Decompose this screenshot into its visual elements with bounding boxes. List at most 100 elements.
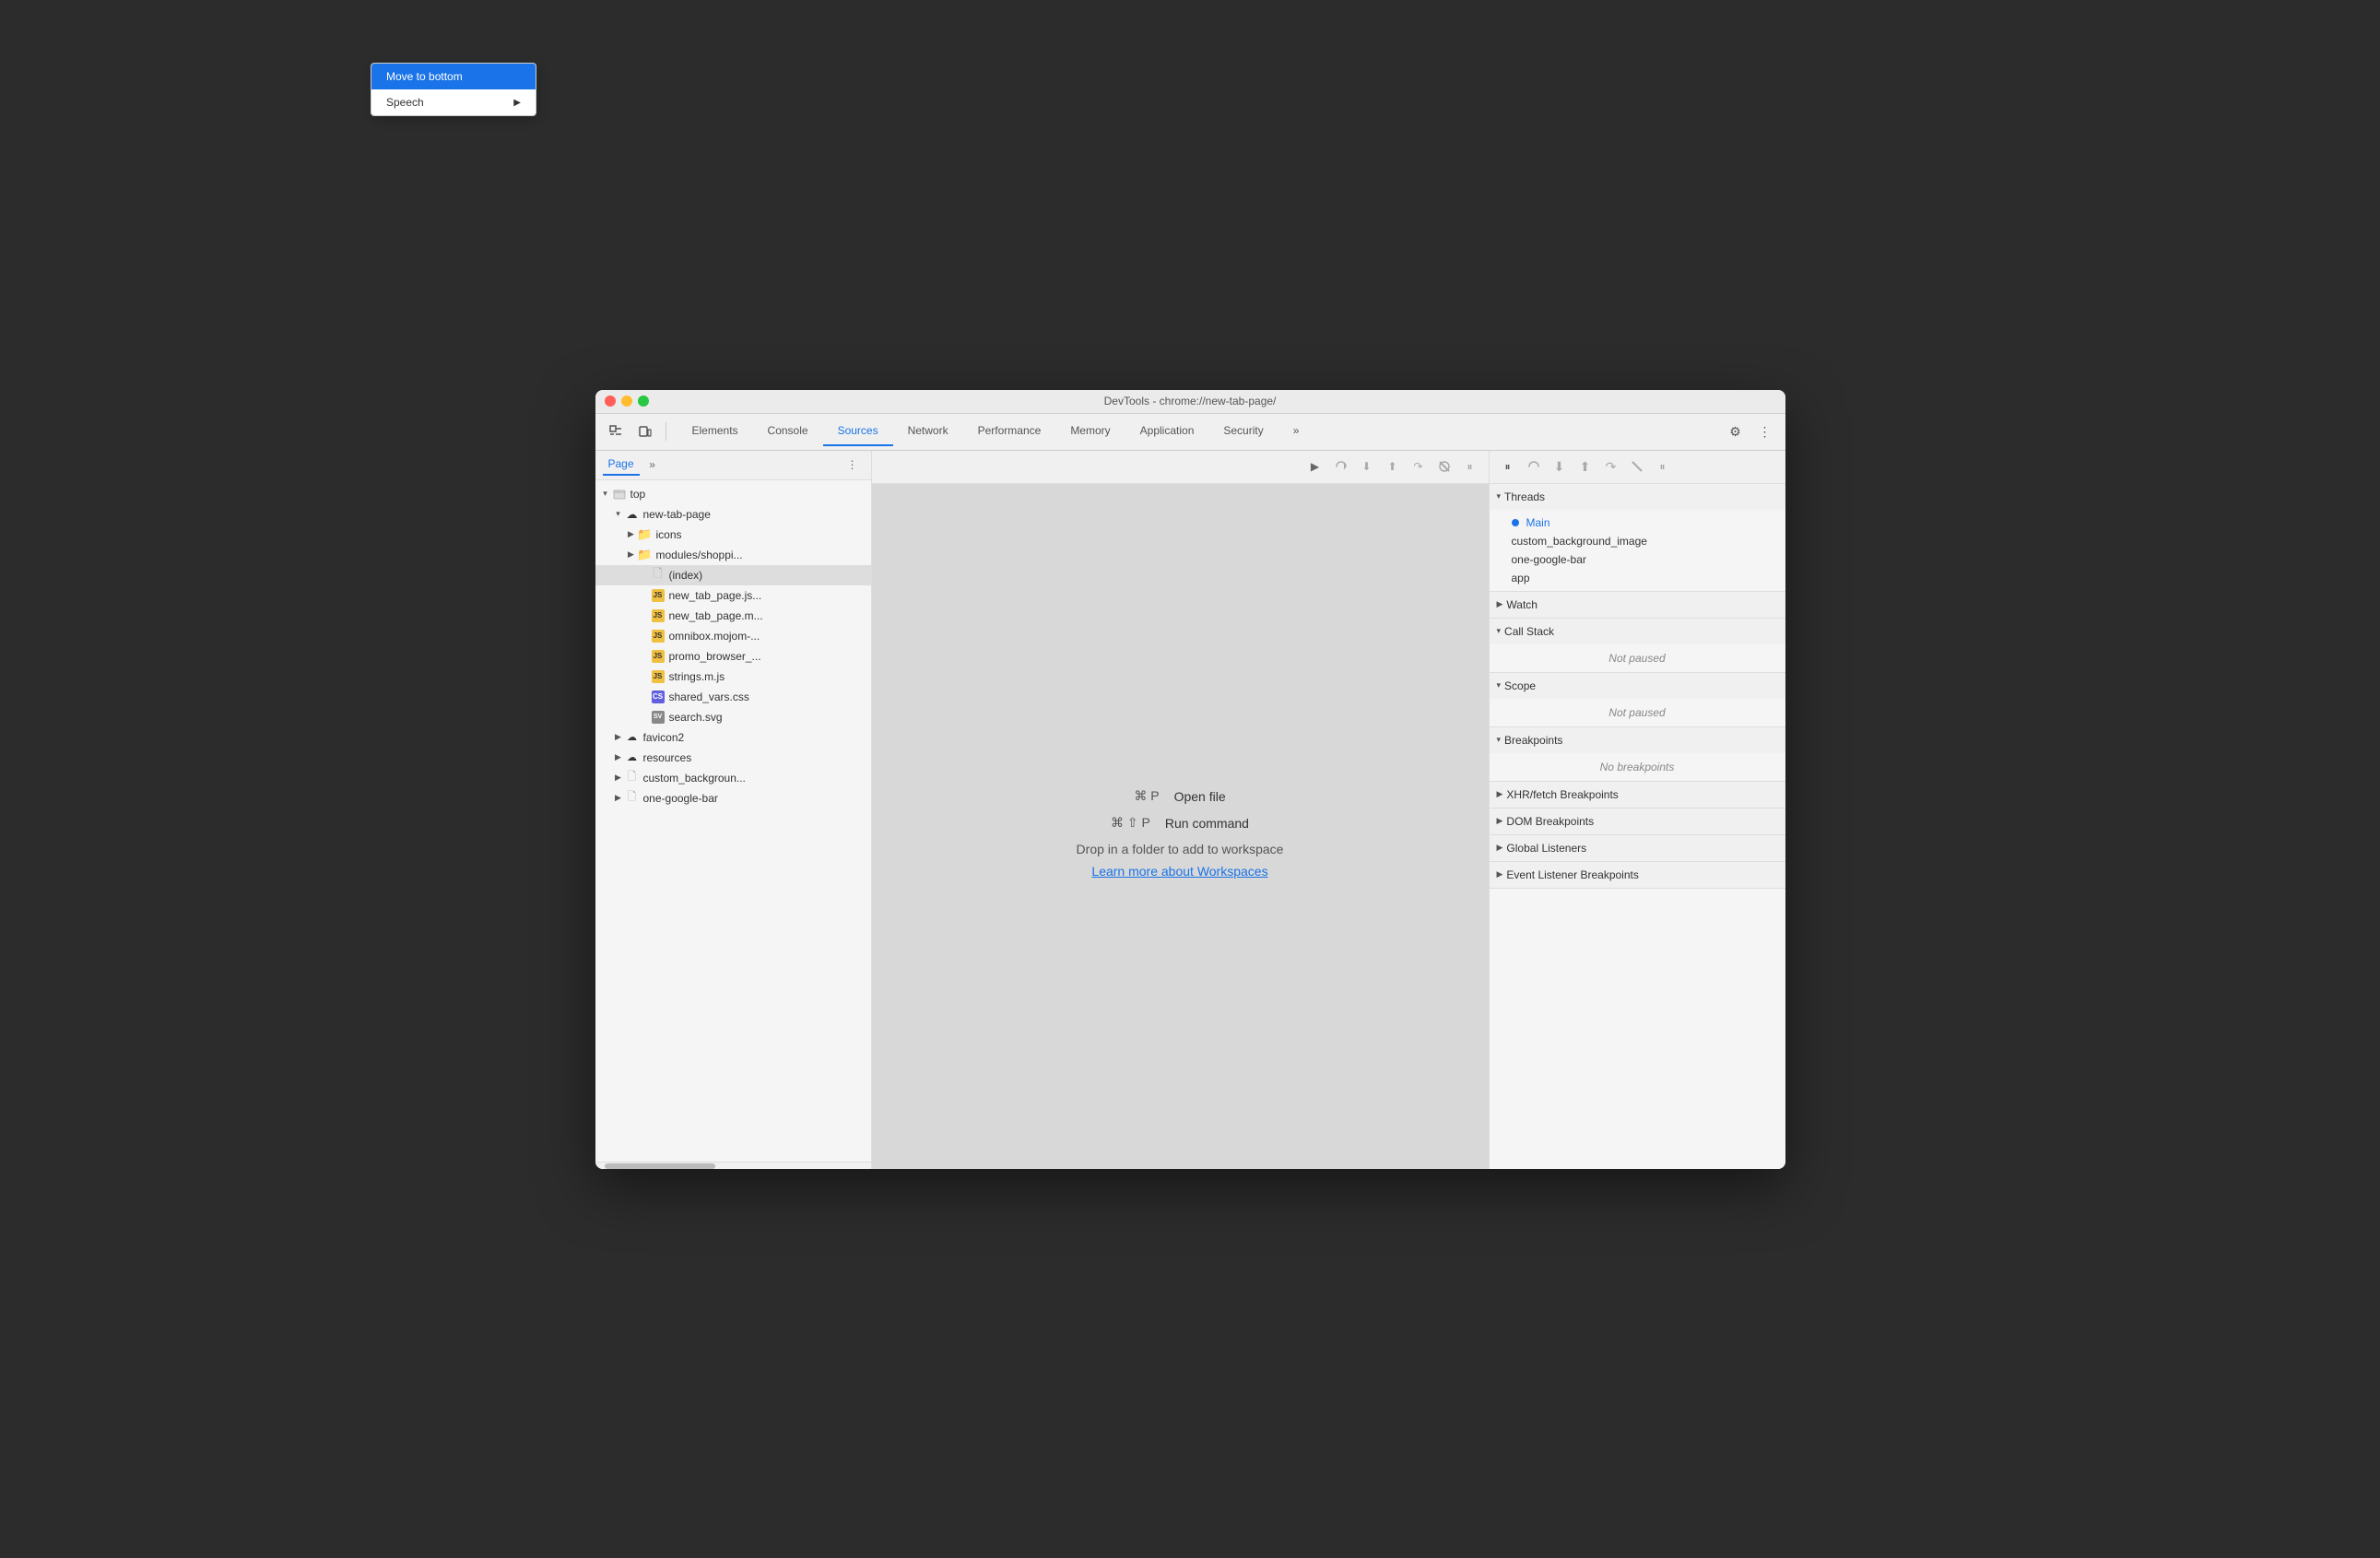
shortcut-key-open: ⌘ P [1134,788,1159,804]
tab-security[interactable]: Security [1208,417,1278,446]
toolbar-icons [595,419,677,444]
tree-label-new-tab-js: new_tab_page.js... [669,589,762,602]
tree-item-strings[interactable]: ▶ JS strings.m.js [595,667,871,687]
scope-arrow: ▾ [1497,680,1502,690]
tab-performance[interactable]: Performance [963,417,1056,446]
tree-item-one-google-bar[interactable]: ▶ 🗋 one-google-bar [595,788,871,809]
pause-resume-btn[interactable]: ⏸ [1497,455,1519,478]
sidebar-more-button[interactable]: » [643,455,662,474]
deactivate-btn[interactable] [1626,455,1648,478]
thread-app[interactable]: app [1490,569,1785,587]
tree-item-resources[interactable]: ▶ ☁ resources [595,748,871,768]
breakpoints-header[interactable]: ▾ Breakpoints [1490,727,1785,753]
sidebar: Page » ⋮ ▾ top [595,451,872,1169]
tree-item-omnibox[interactable]: ▶ JS omnibox.mojom-... [595,626,871,646]
tab-sources[interactable]: Sources [823,417,893,446]
more-tabs-button[interactable]: » [1278,417,1314,446]
thread-main[interactable]: Main [1490,513,1785,532]
tree-item-index[interactable]: ▶ 🗋 (index) [595,565,871,585]
sidebar-page-tab[interactable]: Page [603,454,640,476]
tab-network[interactable]: Network [893,417,963,446]
tab-application[interactable]: Application [1125,417,1209,446]
pause-on-exceptions-icon[interactable]: ⏸ [1459,455,1481,478]
breakpoints-empty: No breakpoints [1490,753,1785,781]
breakpoints-section: ▾ Breakpoints No breakpoints [1490,727,1785,782]
tab-memory[interactable]: Memory [1055,417,1125,446]
tree-item-search-svg[interactable]: ▶ SV search.svg [595,707,871,727]
tree-label-icons: icons [656,528,682,541]
breakpoints-arrow: ▾ [1497,735,1502,745]
inspect-icon[interactable] [603,419,629,444]
step-icon[interactable]: ↷ [1408,455,1430,478]
js-icon-new-tab: JS [651,588,666,603]
customize-icon[interactable]: ⋮ [1752,419,1778,444]
right-panel-content: ▾ Threads Main custom_background_image o… [1490,484,1785,1169]
main-content: Page » ⋮ ▾ top [595,451,1785,1169]
maximize-button[interactable] [638,395,649,407]
tree-item-shared-vars[interactable]: ▶ CS shared_vars.css [595,687,871,707]
shortcut-desc-open: Open file [1174,789,1226,804]
xhr-header[interactable]: ▶ XHR/fetch Breakpoints [1490,782,1785,808]
tree-item-new-tab-js[interactable]: ▶ JS new_tab_page.js... [595,585,871,606]
thread-one-google[interactable]: one-google-bar [1490,550,1785,569]
main-toolbar: Elements Console Sources Network Perform… [595,414,1785,451]
html-icon-index: 🗋 [651,568,666,583]
step-over-icon[interactable] [1330,455,1352,478]
tree-item-new-tab-m[interactable]: ▶ JS new_tab_page.m... [595,606,871,626]
device-toggle-icon[interactable] [632,419,658,444]
close-button[interactable] [605,395,616,407]
thread-custom-bg[interactable]: custom_background_image [1490,532,1785,550]
js-icon-new-tab-m: JS [651,608,666,623]
tree-item-top[interactable]: ▾ top [595,484,871,504]
watch-label: Watch [1506,598,1538,611]
threads-header[interactable]: ▾ Threads [1490,484,1785,510]
event-listener-header[interactable]: ▶ Event Listener Breakpoints [1490,862,1785,888]
tab-console[interactable]: Console [753,417,823,446]
pause-exceptions-btn[interactable]: ⏸ [1652,455,1674,478]
tree-arrow-icons: ▶ [625,528,638,541]
dom-header[interactable]: ▶ DOM Breakpoints [1490,809,1785,834]
call-stack-arrow: ▾ [1497,626,1502,636]
step-into-icon[interactable]: ⬇ [1356,455,1378,478]
play-icon[interactable]: ▶ [1304,455,1326,478]
call-stack-header[interactable]: ▾ Call Stack [1490,619,1785,644]
scope-section: ▾ Scope Not paused [1490,673,1785,727]
thread-custom-bg-label: custom_background_image [1512,535,1647,548]
drop-workspace-text: Drop in a folder to add to workspace [1077,842,1284,856]
minimize-button[interactable] [621,395,632,407]
learn-workspaces-link[interactable]: Learn more about Workspaces [1077,864,1284,879]
sidebar-scrollbar[interactable] [595,1162,871,1169]
folder-icon-icons: 📁 [638,527,653,542]
cloud-icon-favicon2: ☁ [625,730,640,745]
debugger-toolbar: ▶ ⬇ ⬆ ↷ ⏸ [872,451,1489,484]
toolbar-right: ⚙ ⋮ [1715,419,1785,444]
watch-header[interactable]: ▶ Watch [1490,592,1785,618]
step-out-icon[interactable]: ⬆ [1382,455,1404,478]
step-into-btn[interactable]: ⬇ [1549,455,1571,478]
dom-section: ▶ DOM Breakpoints [1490,809,1785,835]
tree-item-icons[interactable]: ▶ 📁 icons [595,525,871,545]
step-over-btn[interactable] [1523,455,1545,478]
cloud-folder-icon-new-tab-page: ☁ [625,507,640,522]
tree-item-custom-bg[interactable]: ▶ 🗋 custom_backgroun... [595,768,871,788]
tab-elements[interactable]: Elements [677,417,753,446]
xhr-arrow: ▶ [1497,789,1503,799]
step-out-btn[interactable]: ⬆ [1574,455,1596,478]
tree-item-modules-shopping[interactable]: ▶ 📁 modules/shoppi... [595,545,871,565]
tree-item-favicon2[interactable]: ▶ ☁ favicon2 [595,727,871,748]
step-btn[interactable]: ↷ [1600,455,1622,478]
deactivate-breakpoints-icon[interactable] [1433,455,1455,478]
page-icon-custom-bg: 🗋 [625,771,640,785]
sidebar-action-btn[interactable]: ⋮ [842,454,864,476]
tree-label-favicon2: favicon2 [643,731,685,744]
shortcut-run-command: ⌘ ⇧ P Run command [1077,815,1284,831]
tree-arrow-new-tab-page: ▾ [612,508,625,521]
scope-header[interactable]: ▾ Scope [1490,673,1785,699]
main-thread-label: Main [1526,516,1550,529]
global-listeners-header[interactable]: ▶ Global Listeners [1490,835,1785,861]
event-listener-label: Event Listener Breakpoints [1506,868,1638,881]
tree-item-new-tab-page[interactable]: ▾ ☁ new-tab-page [595,504,871,525]
settings-icon[interactable]: ⚙ [1723,419,1749,444]
tree-item-promo[interactable]: ▶ JS promo_browser_... [595,646,871,667]
xhr-label: XHR/fetch Breakpoints [1506,788,1618,801]
